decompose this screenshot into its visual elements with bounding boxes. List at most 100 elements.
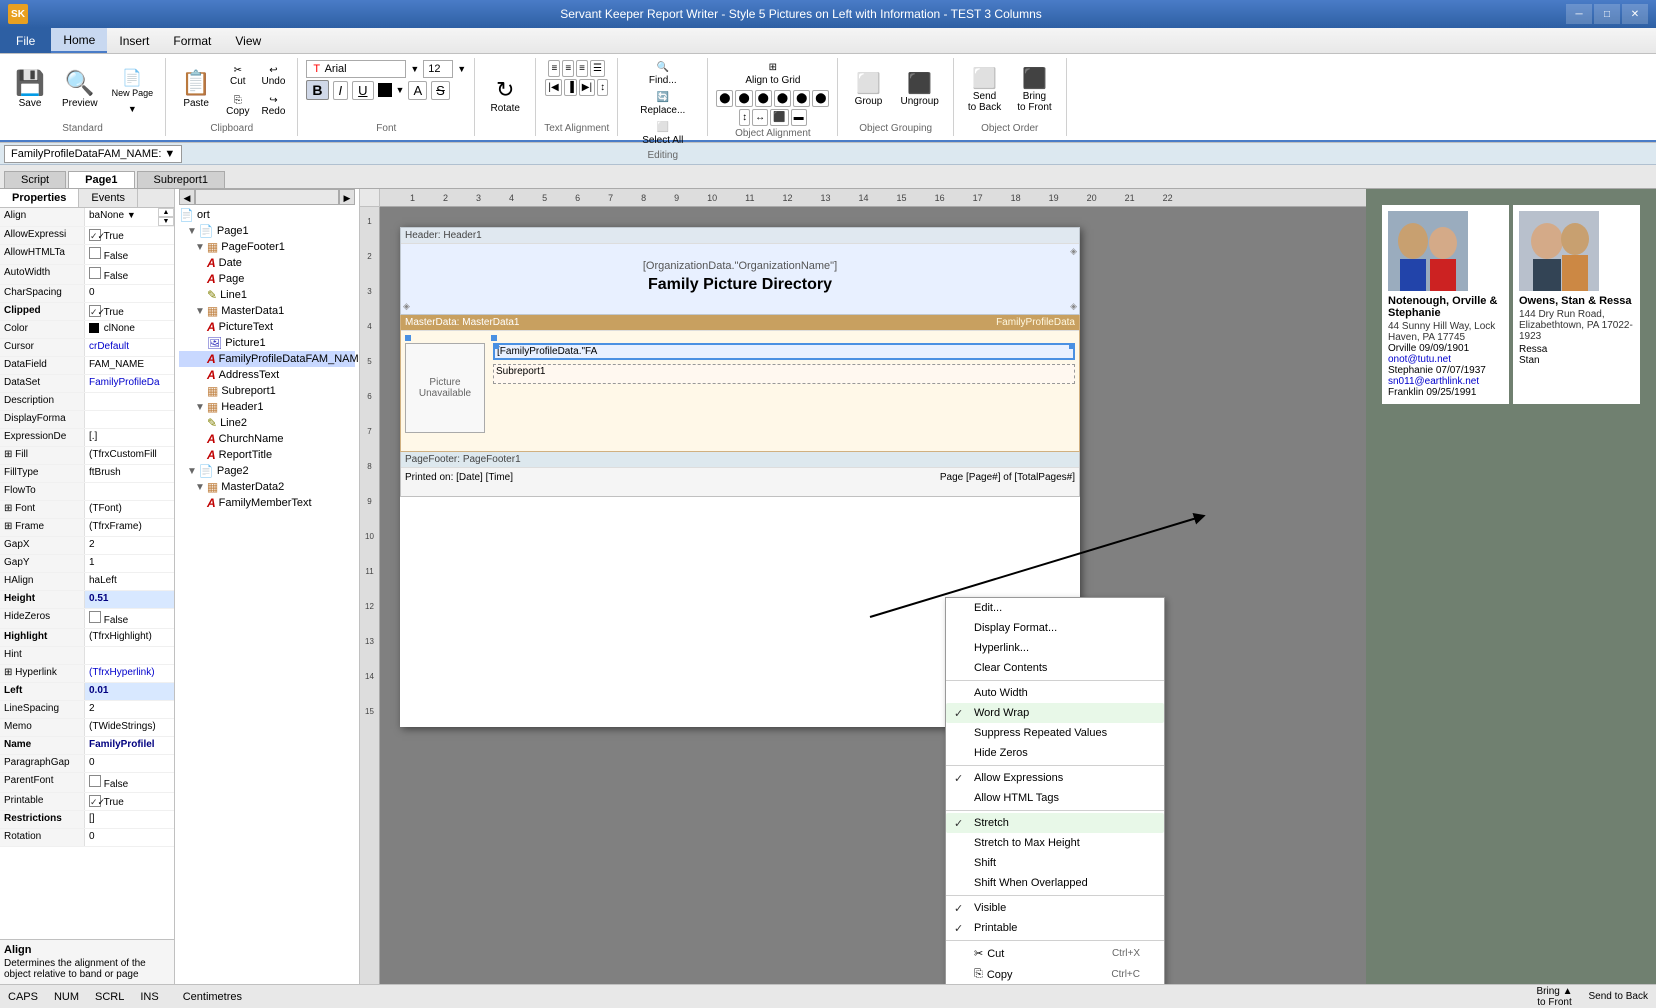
prop-row-allowexpr[interactable]: AllowExpressi ✓ True xyxy=(0,227,174,245)
tab-subreport1[interactable]: Subreport1 xyxy=(137,171,225,188)
ctx-visible[interactable]: ✓ Visible xyxy=(946,898,1164,918)
tree-item-masterdata2[interactable]: ▼ ▦ MasterData2 xyxy=(179,479,355,495)
tree-toggle-page1[interactable]: ▼ xyxy=(187,226,197,237)
ctx-hyperlink[interactable]: Hyperlink... xyxy=(946,638,1164,658)
align-top-button[interactable]: ≡ xyxy=(548,60,560,77)
replace-button[interactable]: 🔄 Replace... xyxy=(636,90,689,118)
tree-item-line1[interactable]: ✎ Line1 xyxy=(179,287,355,303)
handle-tl[interactable] xyxy=(493,343,499,349)
prop-row-color[interactable]: Color clNone xyxy=(0,321,174,339)
ctx-allow-html[interactable]: Allow HTML Tags xyxy=(946,788,1164,808)
prop-row-filltype[interactable]: FillType ftBrush xyxy=(0,465,174,483)
group-button[interactable]: ⬜ Group xyxy=(846,70,890,111)
tree-item-page1[interactable]: ▼ 📄 Page1 xyxy=(179,223,355,239)
obj-align-c[interactable]: ⬤ xyxy=(735,90,752,107)
menu-view[interactable]: View xyxy=(223,28,273,53)
printable-checkbox[interactable]: ✓ xyxy=(89,795,101,807)
strikethrough-button[interactable]: S xyxy=(431,81,450,100)
redo-button[interactable]: ↪ Redo xyxy=(257,93,289,119)
tree-item-date[interactable]: A Date xyxy=(179,255,355,271)
align-justify-button[interactable]: ☰ xyxy=(590,60,605,77)
prop-row-hidezeros[interactable]: HideZeros False xyxy=(0,609,174,629)
ctx-auto-width[interactable]: Auto Width xyxy=(946,683,1164,703)
align-to-grid-button[interactable]: ⊞ Align to Grid xyxy=(741,60,804,88)
ctx-display-format[interactable]: Display Format... xyxy=(946,618,1164,638)
tree-item-root[interactable]: 📄 ort xyxy=(179,207,355,223)
underline-button[interactable]: U xyxy=(352,81,373,100)
prop-row-allowhtml[interactable]: AllowHTMLTa False xyxy=(0,245,174,265)
autowidth-checkbox[interactable] xyxy=(89,267,101,279)
ctx-stretch-max[interactable]: Stretch to Max Height xyxy=(946,833,1164,853)
tab-script[interactable]: Script xyxy=(4,171,66,188)
prop-row-highlight[interactable]: Highlight (TfrxHighlight) xyxy=(0,629,174,647)
tree-item-picturetext[interactable]: A PictureText xyxy=(179,319,355,335)
cut-button[interactable]: ✂ Cut xyxy=(222,63,253,89)
ctx-cut[interactable]: ✂ Cut Ctrl+X xyxy=(946,943,1164,964)
prop-row-paragraphgap[interactable]: ParagraphGap 0 xyxy=(0,755,174,773)
prop-row-hyperlink[interactable]: ⊞ Hyperlink (TfrxHyperlink) xyxy=(0,665,174,683)
prop-row-memo[interactable]: Memo (TWideStrings) xyxy=(0,719,174,737)
prop-row-dataset[interactable]: DataSet FamilyProfileDa xyxy=(0,375,174,393)
prop-row-printable[interactable]: Printable ✓ True xyxy=(0,793,174,811)
menu-home[interactable]: Home xyxy=(51,28,107,53)
bring-to-front-status[interactable]: Bring ▲ to Front xyxy=(1536,986,1572,1008)
prop-row-flowto[interactable]: FlowTo xyxy=(0,483,174,501)
tree-toggle-header1[interactable]: ▼ xyxy=(195,402,205,413)
align-middle-button[interactable]: ≡ xyxy=(562,60,574,77)
new-page-button[interactable]: 📄 New Page xyxy=(108,66,158,100)
ctx-word-wrap[interactable]: ✓ Word Wrap xyxy=(946,703,1164,723)
ctx-copy[interactable]: ⎘ Copy Ctrl+C xyxy=(946,964,1164,984)
tree-item-subreport1[interactable]: ▦ Subreport1 xyxy=(179,383,355,399)
bold-button[interactable]: B xyxy=(306,80,328,100)
ungroup-button[interactable]: ⬛ Ungroup xyxy=(894,70,944,111)
close-button[interactable]: ✕ xyxy=(1622,4,1648,24)
prop-row-parentfont[interactable]: ParentFont False xyxy=(0,773,174,793)
prop-row-description[interactable]: Description xyxy=(0,393,174,411)
tree-toggle-masterdata2[interactable]: ▼ xyxy=(195,482,205,493)
align-bottom-button[interactable]: ≡ xyxy=(576,60,588,77)
font-size-input[interactable]: 12 xyxy=(423,60,453,78)
spacing-button[interactable]: ↕ xyxy=(597,79,608,96)
spaceh-button[interactable]: ↔ xyxy=(752,109,768,126)
tree-item-header1[interactable]: ▼ ▦ Header1 xyxy=(179,399,355,415)
ctx-allow-expr[interactable]: ✓ Allow Expressions xyxy=(946,768,1164,788)
select-all-button[interactable]: ⬜ Select All xyxy=(638,120,687,148)
properties-tab[interactable]: Properties xyxy=(0,189,79,207)
ctx-suppress-repeated[interactable]: Suppress Repeated Values xyxy=(946,723,1164,743)
prop-row-name[interactable]: Name FamilyProfilel xyxy=(0,737,174,755)
tree-toggle-masterdata1[interactable]: ▼ xyxy=(195,306,205,317)
prop-row-clipped[interactable]: Clipped ✓ True xyxy=(0,303,174,321)
tree-item-line2[interactable]: ✎ Line2 xyxy=(179,415,355,431)
paste-button[interactable]: 📋 Paste xyxy=(174,68,218,113)
tree-item-churchname[interactable]: A ChurchName xyxy=(179,431,355,447)
size-height-button[interactable]: ▬ xyxy=(791,109,807,126)
new-page-drop[interactable]: ▼ xyxy=(108,102,158,116)
spacev-button[interactable]: ↕ xyxy=(739,109,750,126)
text-left-button[interactable]: |◀ xyxy=(545,79,561,96)
prop-row-hint[interactable]: Hint xyxy=(0,647,174,665)
ctx-printable[interactable]: ✓ Printable xyxy=(946,918,1164,938)
clipped-checkbox[interactable]: ✓ xyxy=(89,305,101,317)
ctx-clear-contents[interactable]: Clear Contents xyxy=(946,658,1164,678)
tree-item-masterdata1[interactable]: ▼ ▦ MasterData1 xyxy=(179,303,355,319)
text-right-button[interactable]: ▶| xyxy=(579,79,595,96)
prop-row-gapy[interactable]: GapY 1 xyxy=(0,555,174,573)
prop-row-height[interactable]: Height 0.51 xyxy=(0,591,174,609)
tree-item-picture1[interactable]: 🖼 Picture1 xyxy=(179,335,355,351)
hidezeros-checkbox[interactable] xyxy=(89,611,101,623)
ctx-shift-overlapped[interactable]: Shift When Overlapped xyxy=(946,873,1164,893)
ctx-stretch[interactable]: ✓ Stretch xyxy=(946,813,1164,833)
prop-row-align[interactable]: Align baNone ▼ ▲ ▼ xyxy=(0,208,174,227)
tree-item-addresstext[interactable]: A AddressText xyxy=(179,367,355,383)
menu-insert[interactable]: Insert xyxy=(107,28,161,53)
prop-row-halign[interactable]: HAlign haLeft xyxy=(0,573,174,591)
tree-toggle-pagefooter[interactable]: ▼ xyxy=(195,242,205,253)
obj-align-t[interactable]: ⬤ xyxy=(774,90,791,107)
prop-row-cursor[interactable]: Cursor crDefault xyxy=(0,339,174,357)
ctx-hide-zeros[interactable]: Hide Zeros xyxy=(946,743,1164,763)
text-center-button[interactable]: ▐ xyxy=(564,79,577,96)
prop-row-exprde[interactable]: ExpressionDe [.] xyxy=(0,429,174,447)
tree-item-famprofile[interactable]: A FamilyProfileDataFAM_NAME xyxy=(179,351,355,367)
font-color-swatch[interactable] xyxy=(378,83,392,97)
prop-row-autowidth[interactable]: AutoWidth False xyxy=(0,265,174,285)
